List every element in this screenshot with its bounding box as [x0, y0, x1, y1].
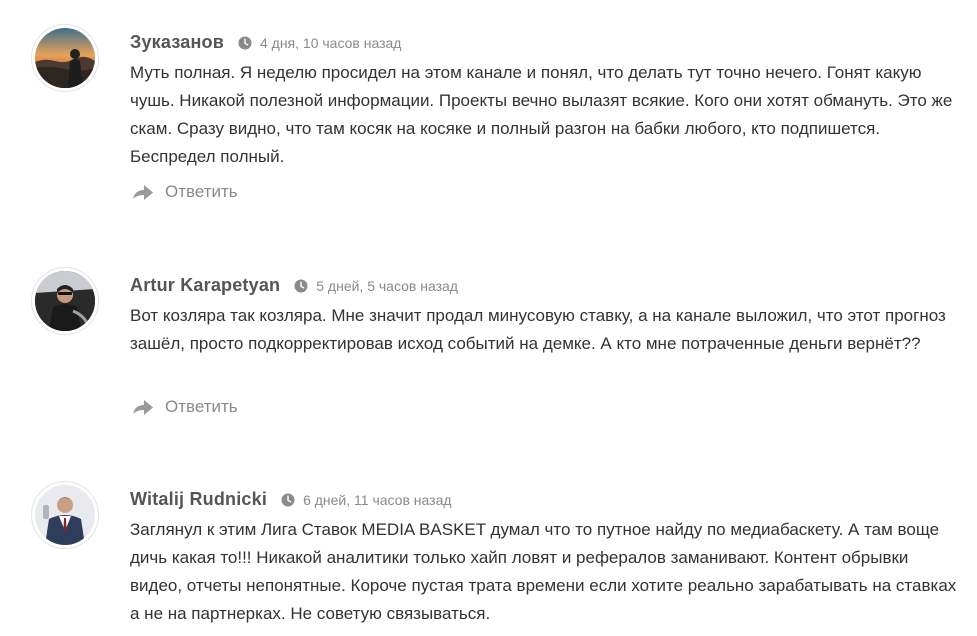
- avatar-man-photo: [35, 485, 95, 545]
- reply-arrow-icon: [132, 182, 154, 202]
- comment-time[interactable]: 5 дней, 5 часов назад: [316, 278, 458, 294]
- author-name[interactable]: Зуказанов: [130, 32, 224, 53]
- clock-icon: [281, 493, 295, 507]
- avatar-car-photo: [35, 271, 95, 331]
- avatar[interactable]: [31, 24, 99, 92]
- comment-meta: Witalij Rudnicki 6 дней, 11 часов назад: [130, 489, 452, 510]
- avatar[interactable]: [31, 267, 99, 335]
- comment-text: Заглянул к этим Лига Ставок MEDIA BASKET…: [130, 520, 957, 623]
- comment-text: Вот козляра так козляра. Мне значит прод…: [130, 306, 946, 353]
- comment-time[interactable]: 4 дня, 10 часов назад: [260, 35, 401, 51]
- reply-button[interactable]: Ответить: [132, 397, 238, 417]
- reply-label: Ответить: [165, 397, 238, 416]
- reply-arrow-icon: [132, 397, 154, 417]
- author-name[interactable]: Witalij Rudnicki: [130, 489, 267, 510]
- comment-meta: Зуказанов 4 дня, 10 часов назад: [130, 32, 401, 53]
- comment-time[interactable]: 6 дней, 11 часов назад: [303, 492, 451, 508]
- clock-icon: [294, 279, 308, 293]
- author-name[interactable]: Artur Karapetyan: [130, 275, 280, 296]
- avatar-sunset-photo: [35, 28, 95, 88]
- comment-meta: Artur Karapetyan 5 дней, 5 часов назад: [130, 275, 458, 296]
- clock-icon: [238, 36, 252, 50]
- avatar[interactable]: [31, 481, 99, 549]
- reply-button[interactable]: Ответить: [132, 182, 238, 202]
- comments-list: Зуказанов 4 дня, 10 часов назад Муть пол…: [0, 0, 977, 636]
- reply-label: Ответить: [165, 182, 238, 201]
- comment-text: Муть полная. Я неделю просидел на этом к…: [130, 63, 953, 166]
